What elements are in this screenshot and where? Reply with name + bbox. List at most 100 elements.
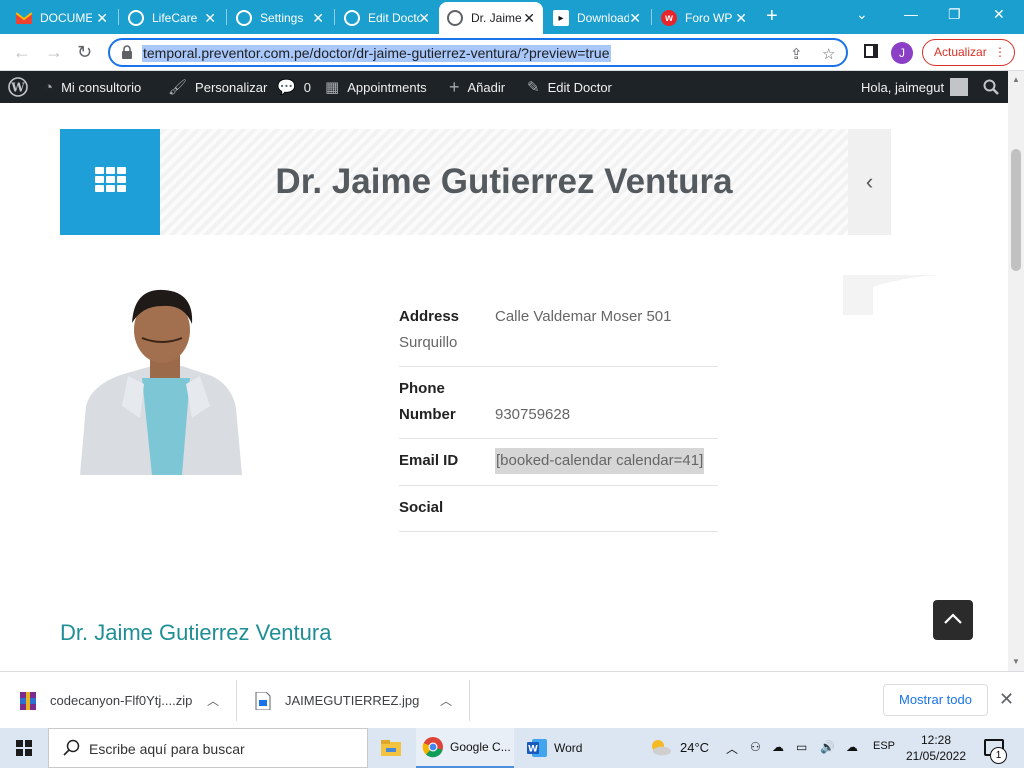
tab-settings[interactable]: Settings ✕ — [228, 2, 332, 34]
svg-text:W: W — [528, 745, 538, 755]
admin-search-icon[interactable] — [983, 71, 999, 103]
admin-personalizar[interactable]: 🖌 Personalizar — [168, 71, 267, 103]
chevron-left-icon[interactable]: ‹ — [848, 129, 891, 235]
close-tab-icon[interactable]: ✕ — [735, 10, 747, 26]
tab-edit-doctor[interactable]: Edit Doctor ✕ — [336, 2, 438, 34]
browser-tab-strip: DOCUMENTACION ✕ LifeCare ✕ Settings ✕ Ed… — [0, 0, 1024, 34]
cloud-sync-icon[interactable]: ☁ — [846, 740, 858, 754]
onedrive-cloud-icon[interactable]: ☁ — [772, 740, 784, 754]
weather-icon[interactable] — [648, 738, 672, 759]
decorative-shape — [843, 275, 940, 315]
minimize-icon[interactable]: — — [904, 6, 918, 22]
phone-row: Phone Number 930759628 — [399, 367, 718, 439]
brush-icon: 🖌 — [168, 79, 188, 96]
language-indicator[interactable]: ESP — [873, 740, 895, 752]
banner-title: Dr. Jaime Gutierrez Ventura — [275, 162, 733, 201]
address-row: Address Calle Valdemar Moser 501 Surquil… — [399, 302, 718, 367]
update-button[interactable]: Actualizar ⋮ — [922, 39, 1015, 66]
scroll-thumb[interactable] — [1011, 149, 1021, 271]
close-window-icon[interactable]: ✕ — [993, 6, 1005, 23]
tab-separator — [334, 9, 335, 25]
admin-item-label: Appointments — [347, 79, 427, 95]
admin-edit-doctor[interactable]: ✎ Edit Doctor — [527, 71, 612, 103]
svg-text:W: W — [10, 81, 25, 95]
restore-icon[interactable]: ❐ — [948, 6, 961, 23]
admin-comments[interactable]: 💬 0 — [277, 71, 311, 103]
profile-avatar[interactable]: J — [891, 42, 913, 64]
meet-now-icon[interactable]: ⚇ — [750, 740, 761, 754]
address-label: Address — [399, 308, 460, 325]
url-text[interactable]: temporal.preventor.com.pe/doctor/dr-jaim… — [142, 45, 611, 62]
close-tab-icon[interactable]: ✕ — [418, 10, 430, 26]
tab-separator — [226, 9, 227, 25]
page-scrollbar[interactable]: ▲ ▼ — [1008, 71, 1024, 671]
tab-title: Settings — [260, 11, 304, 25]
share-icon[interactable]: ⇪ — [790, 45, 803, 63]
close-tab-icon[interactable]: ✕ — [204, 10, 216, 26]
forward-arrow-icon[interactable]: → — [45, 42, 63, 62]
chevron-up-icon[interactable]: ︿ — [207, 692, 219, 709]
chevron-up-icon[interactable]: ︿ — [440, 692, 452, 709]
weather-temp[interactable]: 24°C — [680, 740, 709, 755]
chrome-icon — [422, 737, 443, 758]
taskbar-search[interactable]: Escribe aquí para buscar — [48, 728, 368, 768]
address-bar[interactable]: temporal.preventor.com.pe/doctor/dr-jaim… — [108, 38, 848, 67]
scroll-up-icon[interactable]: ▲ — [1012, 75, 1020, 84]
side-panel-icon[interactable] — [864, 44, 878, 58]
admin-appointments[interactable]: ▦ Appointments — [325, 71, 427, 103]
phone-label-2: Number — [399, 406, 456, 423]
image-file-icon — [255, 691, 271, 710]
new-tab-icon[interactable]: + — [766, 6, 778, 26]
close-tab-icon[interactable]: ✕ — [96, 10, 108, 26]
lock-icon — [122, 45, 132, 59]
windows-taskbar: Escribe aquí para buscar Google C... W W… — [0, 728, 1024, 768]
clock-date: 21/05/2022 — [905, 749, 967, 763]
windows-start-icon[interactable] — [16, 740, 32, 756]
tab-search-chevron-icon[interactable]: ⌄ — [856, 6, 868, 23]
close-download-bar-icon[interactable]: ✕ — [999, 689, 1014, 710]
close-tab-icon[interactable]: ✕ — [312, 10, 324, 26]
scroll-to-top-button[interactable] — [933, 600, 973, 640]
grid-menu-icon[interactable] — [95, 167, 127, 193]
email-row: Email ID [booked-calendar calendar=41] — [399, 439, 718, 486]
admin-greeting: Hola, jaimegut — [861, 79, 945, 95]
comment-count: 0 — [303, 79, 311, 95]
download-item[interactable]: codecanyon-Flf0Ytj....zip — [20, 672, 192, 729]
back-arrow-icon[interactable]: ← — [13, 42, 31, 62]
tab-dr-jaime[interactable]: Dr. Jaime ✕ — [439, 2, 543, 34]
clock-time: 12:28 — [920, 733, 952, 747]
scroll-down-icon[interactable]: ▼ — [1012, 657, 1020, 666]
network-icon[interactable]: ▭ — [796, 740, 807, 754]
menu-dots-icon: ⋮ — [994, 45, 1006, 59]
chevron-up-icon[interactable]: ︿ — [726, 740, 738, 757]
update-label: Actualizar — [934, 45, 987, 59]
email-value: [booked-calendar calendar=41] — [495, 448, 705, 474]
volume-icon[interactable]: 🔊 — [820, 740, 835, 754]
tab-separator — [118, 9, 119, 25]
tab-foro-wp[interactable]: w Foro WP ✕ — [653, 2, 755, 34]
download-filename: codecanyon-Flf0Ytj....zip — [50, 693, 193, 708]
calendar-icon: ▦ — [325, 79, 340, 96]
tab-documentacion[interactable]: DOCUMENTACION ✕ — [8, 2, 116, 34]
close-tab-icon[interactable]: ✕ — [629, 10, 641, 26]
reload-icon[interactable]: ↻ — [77, 42, 92, 62]
taskbar-word[interactable]: W Word — [520, 728, 612, 768]
admin-item-label: Añadir — [467, 79, 506, 95]
tab-lifecare[interactable]: LifeCare ✕ — [120, 2, 224, 34]
tab-downloads[interactable]: ▸ Downloads ✕ — [545, 2, 649, 34]
address-value: Calle Valdemar Moser 501 — [495, 308, 672, 325]
download-item[interactable]: JAIMEGUTIERREZ.jpg — [255, 672, 419, 729]
wordpress-logo-icon[interactable]: W — [8, 71, 28, 103]
divider — [236, 680, 237, 721]
taskbar-file-explorer[interactable] — [380, 728, 408, 768]
social-label: Social — [399, 499, 444, 516]
admin-add-new[interactable]: + Añadir — [449, 71, 505, 103]
notification-count: 1 — [990, 747, 1007, 764]
admin-mi-consultorio[interactable]: ◔ Mi consultorio — [44, 71, 141, 103]
close-tab-icon[interactable]: ✕ — [523, 10, 535, 26]
admin-my-account[interactable]: Hola, jaimegut — [861, 71, 969, 103]
taskbar-clock[interactable]: 12:28 21/05/2022 — [904, 732, 968, 764]
show-all-downloads-button[interactable]: Mostrar todo — [883, 684, 988, 716]
bookmark-star-icon[interactable]: ☆ — [822, 45, 835, 63]
taskbar-chrome[interactable]: Google C... — [416, 728, 514, 768]
